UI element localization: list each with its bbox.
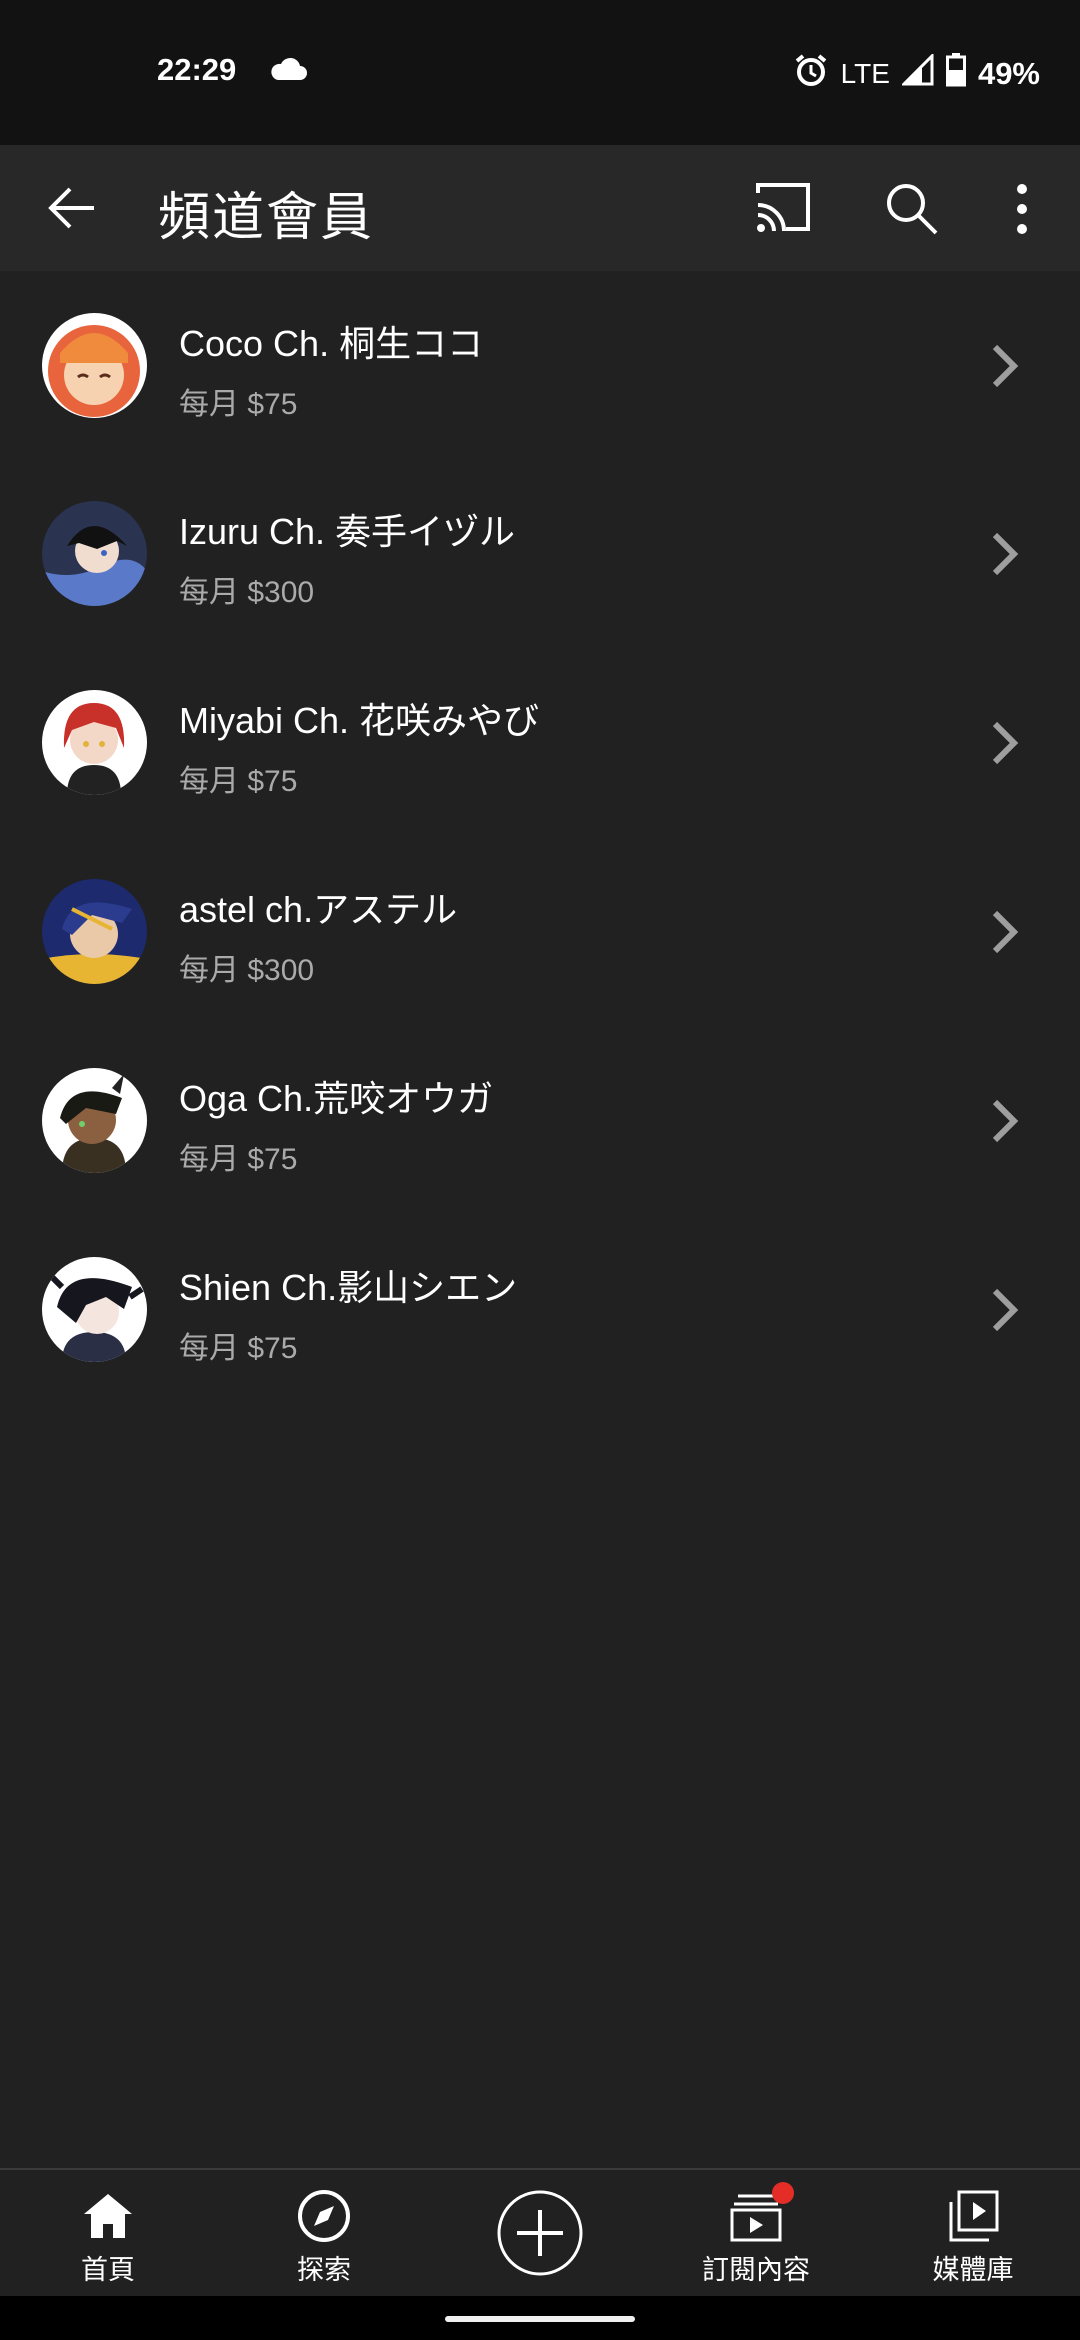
nav-explore-label: 探索: [297, 2255, 351, 2285]
membership-price: 每月 $75: [179, 765, 298, 798]
plus-circle-icon: [495, 2188, 585, 2278]
channel-name: Izuru Ch. 奏手イヅル: [179, 511, 516, 552]
status-time: 22:29: [157, 52, 237, 87]
channel-avatar: [42, 690, 147, 795]
channel-name: Oga Ch.荒咬オウガ: [179, 1078, 494, 1119]
membership-item[interactable]: Coco Ch. 桐生ココ 每月 $75: [0, 271, 1080, 459]
chevron-right-icon: [992, 532, 1019, 576]
membership-item[interactable]: Shien Ch.影山シエン 每月 $75: [0, 1215, 1080, 1404]
nav-home-label: 首頁: [81, 2255, 135, 2285]
status-indicators: LTE 49%: [793, 52, 1040, 96]
nav-library-label: 媒體庫: [932, 2255, 1014, 2285]
battery-icon: [945, 53, 966, 95]
alarm-icon: [793, 52, 829, 96]
signal-icon: [900, 52, 934, 94]
battery-percentage: 49%: [977, 56, 1040, 91]
search-button[interactable]: [880, 177, 944, 241]
channel-name: Coco Ch. 桐生ココ: [179, 323, 484, 364]
channel-name: astel ch.アステル: [179, 889, 458, 930]
membership-item[interactable]: Oga Ch.荒咬オウガ 每月 $75: [0, 1026, 1080, 1215]
cloud-icon: [268, 56, 308, 87]
membership-item[interactable]: Miyabi Ch. 花咲みやび 每月 $75: [0, 648, 1080, 837]
arrow-left-icon: [48, 187, 94, 229]
status-bar: 22:29 LTE 49%: [0, 0, 1080, 145]
nav-subscriptions[interactable]: 訂閱內容: [700, 2170, 812, 2298]
gesture-handle[interactable]: [445, 2316, 635, 2322]
membership-item[interactable]: Izuru Ch. 奏手イヅル 每月 $300: [0, 459, 1080, 648]
app-bar: 頻道會員: [0, 145, 1080, 271]
channel-avatar: [42, 879, 147, 984]
chevron-right-icon: [992, 721, 1019, 765]
network-type: LTE: [840, 58, 890, 89]
membership-price: 每月 $75: [179, 1332, 298, 1365]
cast-icon: [756, 183, 810, 232]
channel-name: Shien Ch.影山シエン: [179, 1267, 518, 1308]
compass-icon: [296, 2188, 352, 2244]
back-button[interactable]: [40, 175, 106, 241]
chevron-right-icon: [992, 1288, 1019, 1332]
more-vert-icon: [1017, 184, 1027, 234]
gesture-area: [0, 2296, 1080, 2340]
nav-library[interactable]: 媒體庫: [928, 2170, 1018, 2298]
chevron-right-icon: [992, 344, 1019, 388]
membership-list: Coco Ch. 桐生ココ 每月 $75 Izuru Ch. 奏手イヅル 每月 …: [0, 271, 1080, 1404]
nav-create[interactable]: [495, 2170, 585, 2298]
nav-explore[interactable]: 探索: [284, 2170, 364, 2298]
notification-dot: [772, 2182, 794, 2204]
library-icon: [945, 2188, 1001, 2244]
membership-price: 每月 $75: [179, 388, 298, 421]
channel-avatar: [42, 501, 147, 606]
bottom-navigation: 首頁 探索 訂閱內容 媒體庫: [0, 2168, 1080, 2296]
membership-item[interactable]: astel ch.アステル 每月 $300: [0, 837, 1080, 1026]
cast-button[interactable]: [752, 179, 816, 239]
search-icon: [887, 184, 938, 235]
channel-name: Miyabi Ch. 花咲みやび: [179, 700, 540, 741]
chevron-right-icon: [992, 1099, 1019, 1143]
membership-price: 每月 $300: [179, 954, 315, 987]
channel-avatar: [42, 1257, 147, 1362]
nav-subscriptions-label: 訂閱內容: [702, 2255, 810, 2285]
channel-avatar: [42, 313, 147, 418]
membership-price: 每月 $300: [179, 576, 315, 609]
channel-avatar: [42, 1068, 147, 1173]
membership-price: 每月 $75: [179, 1143, 298, 1176]
home-icon: [80, 2188, 136, 2244]
chevron-right-icon: [992, 910, 1019, 954]
subscriptions-icon: [728, 2182, 794, 2244]
page-title: 頻道會員: [158, 189, 375, 247]
more-options-button[interactable]: [1002, 177, 1042, 241]
nav-home[interactable]: 首頁: [68, 2170, 148, 2298]
